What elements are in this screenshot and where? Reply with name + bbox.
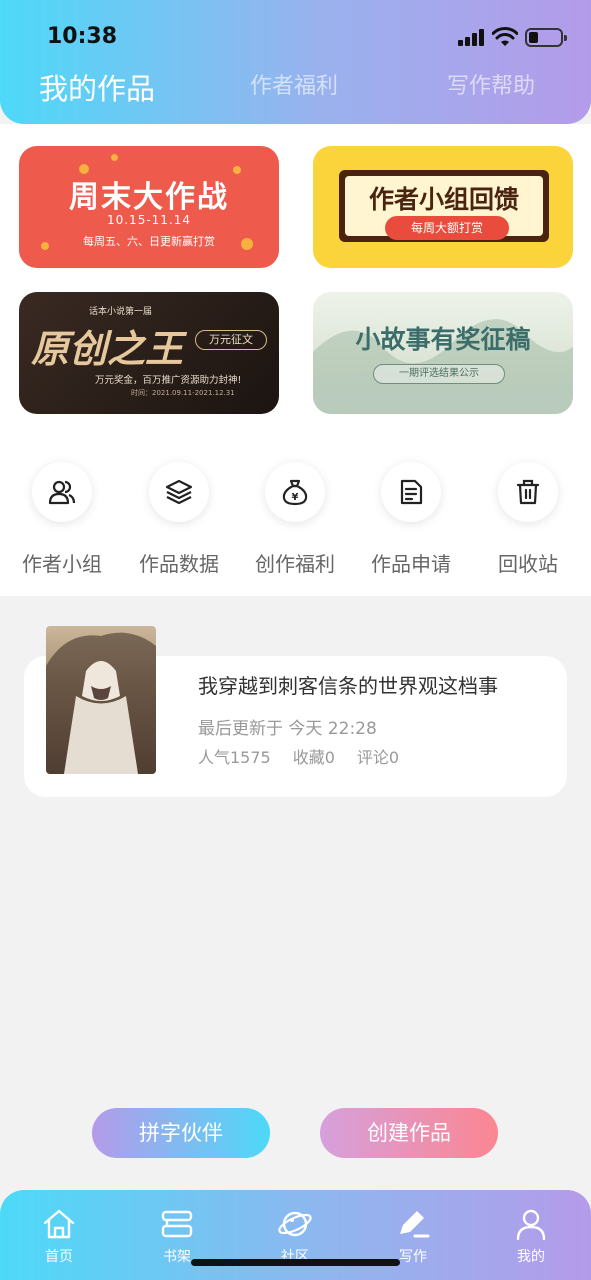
action-recycle-bin[interactable]: 回收站 bbox=[473, 462, 583, 577]
action-label: 作品申请 bbox=[371, 552, 451, 576]
home-indicator[interactable] bbox=[191, 1259, 400, 1266]
create-work-button[interactable]: 创建作品 bbox=[320, 1108, 498, 1158]
battery-icon bbox=[525, 28, 567, 47]
work-cover-image[interactable] bbox=[46, 626, 156, 774]
banner-title: 周末大作战 bbox=[69, 180, 229, 215]
banner-kicker: 话本小说第一届 bbox=[89, 307, 153, 317]
action-label: 回收站 bbox=[498, 552, 558, 576]
banner-subtitle: 万元奖金，百万推广资源助力封神! bbox=[95, 375, 242, 386]
banner-subtitle: 一期评选结果公示 bbox=[373, 364, 505, 384]
svg-text:¥: ¥ bbox=[292, 492, 299, 503]
planet-icon bbox=[278, 1211, 312, 1237]
action-creation-benefits[interactable]: ¥ 创作福利 bbox=[240, 462, 350, 577]
nav-label: 我的 bbox=[517, 1249, 545, 1265]
banner-author-group-reward[interactable]: 作者小组回馈 每周大额打赏 bbox=[313, 146, 573, 268]
status-bar: 10:38 bbox=[0, 0, 591, 60]
banner-subtitle: 每周大额打赏 bbox=[385, 216, 509, 240]
wifi-icon bbox=[492, 27, 518, 46]
banner-original-king[interactable]: 话本小说第一届 原创之王 万元征文 万元奖金，百万推广资源助力封神! 时间：20… bbox=[19, 292, 279, 414]
work-title[interactable]: 我穿越到刺客信条的世界观这档事 bbox=[198, 670, 498, 699]
document-icon bbox=[400, 479, 423, 505]
work-favorites: 收藏0 bbox=[292, 748, 335, 767]
trash-icon bbox=[516, 479, 540, 505]
layers-icon bbox=[165, 479, 193, 505]
action-label: 创作福利 bbox=[255, 552, 335, 576]
banner-subtitle: 每周五、六、日更新赢打赏 bbox=[83, 235, 215, 248]
banner-title: 原创之王 bbox=[31, 326, 184, 371]
nav-bookshelf[interactable]: 书架 bbox=[137, 1206, 217, 1266]
home-icon bbox=[43, 1209, 75, 1239]
banner-date: 时间：2021.09.11-2021.12.31 bbox=[131, 389, 235, 397]
pen-icon bbox=[400, 1211, 430, 1238]
work-updated-time: 最后更新于 今天 22:28 bbox=[198, 719, 377, 739]
status-time: 10:38 bbox=[47, 24, 118, 49]
action-author-group[interactable]: 作者小组 bbox=[7, 462, 117, 577]
bookshelf-icon bbox=[161, 1210, 193, 1238]
nav-home[interactable]: 首页 bbox=[19, 1206, 99, 1266]
author-group-icon bbox=[48, 480, 76, 505]
banner-weekend-battle[interactable]: 周末大作战 10.15-11.14 每周五、六、日更新赢打赏 bbox=[19, 146, 279, 268]
writing-partner-button[interactable]: 拼字伙伴 bbox=[92, 1108, 270, 1158]
nav-profile[interactable]: 我的 bbox=[491, 1206, 571, 1266]
banner-title: 小故事有奖征稿 bbox=[355, 325, 531, 354]
profile-icon bbox=[516, 1209, 546, 1241]
banner-title: 作者小组回馈 bbox=[368, 185, 519, 214]
banner-date: 10.15-11.14 bbox=[106, 213, 192, 227]
tab-author-benefits[interactable]: 作者福利 bbox=[250, 68, 338, 100]
work-comments: 评论0 bbox=[356, 748, 400, 767]
action-label: 作品数据 bbox=[139, 552, 219, 576]
work-popularity: 人气1575 bbox=[198, 748, 271, 767]
money-bag-icon: ¥ bbox=[282, 479, 308, 506]
nav-write[interactable]: 写作 bbox=[373, 1206, 453, 1266]
action-work-application[interactable]: 作品申请 bbox=[356, 462, 466, 577]
tab-writing-help[interactable]: 写作帮助 bbox=[447, 68, 535, 100]
nav-label: 首页 bbox=[45, 1249, 73, 1265]
banner-tag: 万元征文 bbox=[195, 330, 267, 350]
cellular-signal-icon bbox=[458, 29, 486, 46]
action-label: 作者小组 bbox=[22, 552, 102, 576]
work-stats: 人气1575 收藏0 评论0 bbox=[198, 744, 421, 768]
banner-short-story-contest[interactable]: 小故事有奖征稿 一期评选结果公示 bbox=[313, 292, 573, 414]
action-work-data[interactable]: 作品数据 bbox=[124, 462, 234, 577]
nav-community[interactable]: 社区 bbox=[255, 1206, 335, 1266]
tab-my-works[interactable]: 我的作品 bbox=[39, 66, 155, 108]
header: 10:38 我的作品 作者福利 写作帮助 bbox=[0, 0, 591, 124]
